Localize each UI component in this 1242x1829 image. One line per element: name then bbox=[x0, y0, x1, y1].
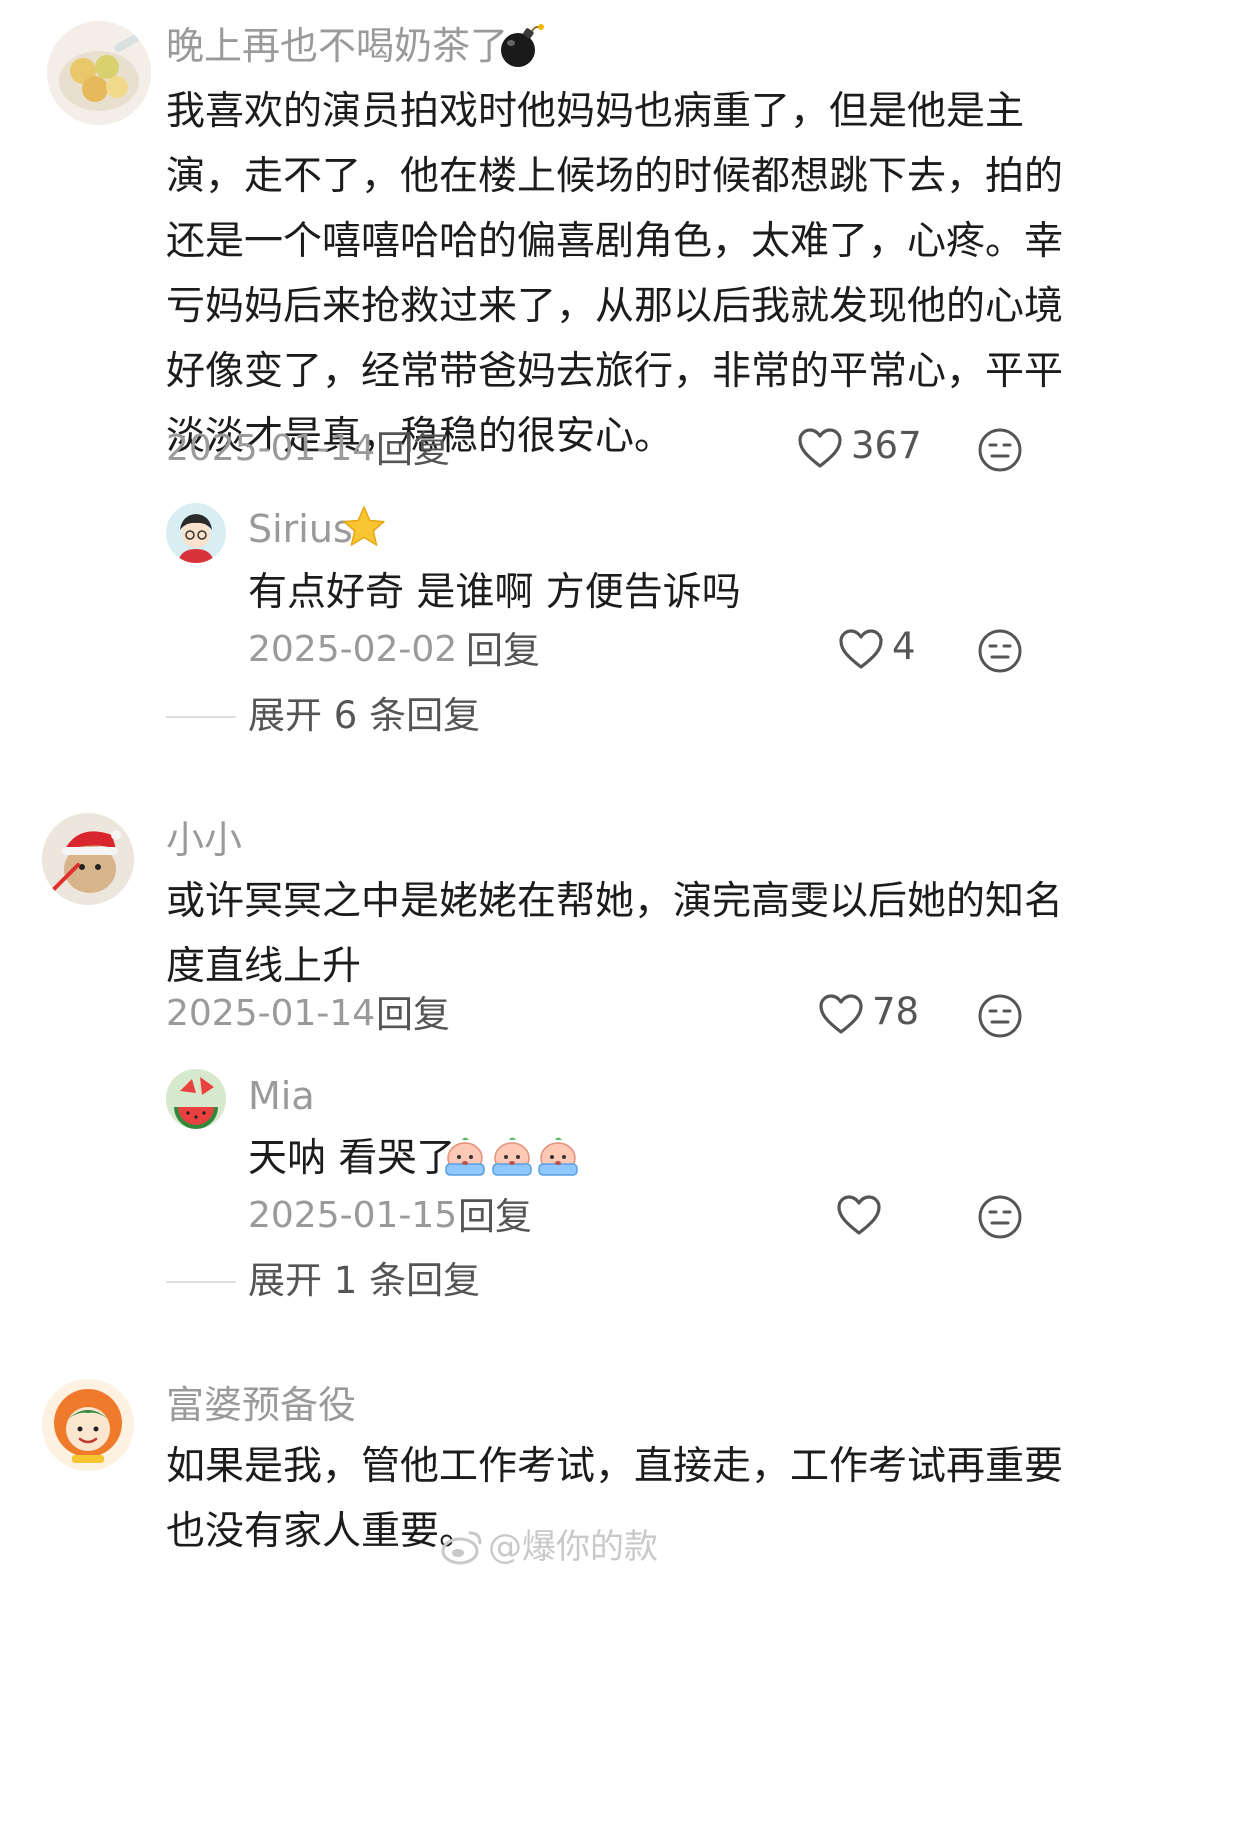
username[interactable]: 小小 bbox=[166, 821, 242, 859]
reply-button[interactable]: 回复 bbox=[466, 632, 540, 669]
like-count: 367 bbox=[851, 424, 922, 467]
username-text: Sirius bbox=[248, 507, 353, 551]
bomb-icon bbox=[501, 24, 544, 67]
divider bbox=[166, 1281, 236, 1283]
avatar-orange-hair-girl-image bbox=[42, 1379, 134, 1471]
dislike-face-icon[interactable] bbox=[977, 993, 1023, 1039]
like-count: 78 bbox=[872, 990, 920, 1033]
reply-text: 天呐 看哭了 bbox=[248, 1136, 456, 1181]
like-heart-icon[interactable] bbox=[818, 993, 864, 1035]
reply-date: 2025-02-02 bbox=[248, 629, 458, 670]
avatar[interactable] bbox=[42, 813, 134, 905]
dislike-face-icon[interactable] bbox=[977, 628, 1023, 674]
expand-replies-button[interactable]: 展开 1 条回复 bbox=[248, 1262, 480, 1299]
avatar-watermelon-image bbox=[166, 1069, 226, 1129]
avatar[interactable] bbox=[47, 21, 151, 125]
dislike-face-icon[interactable] bbox=[977, 1194, 1023, 1240]
reply-button[interactable]: 回复 bbox=[376, 431, 450, 468]
dislike-face-icon[interactable] bbox=[977, 427, 1023, 473]
comment-text: 我喜欢的演员拍戏时他妈妈也病重了，但是他是主 演，走不了，他在楼上候场的时候都想… bbox=[166, 89, 1064, 459]
avatar-hamster-santa-image bbox=[42, 813, 134, 905]
like-heart-icon[interactable] bbox=[836, 1194, 882, 1236]
reply-button[interactable]: 回复 bbox=[376, 996, 450, 1033]
username[interactable]: 晚上再也不喝奶茶了 bbox=[166, 27, 508, 65]
reply-date: 2025-01-15 bbox=[248, 1195, 458, 1236]
username[interactable]: 富婆预备役 bbox=[166, 1386, 356, 1424]
avatar-cartoon-boy-image bbox=[166, 503, 226, 563]
divider bbox=[166, 716, 236, 718]
avatar-tangyuan-image bbox=[47, 21, 151, 125]
username[interactable]: Mia bbox=[248, 1077, 315, 1115]
comment-text: 或许冥冥之中是姥姥在帮她，演完高雯以后她的知名 度直线上升 bbox=[166, 879, 1064, 989]
comment-date: 2025-01-14 bbox=[166, 993, 376, 1034]
star-icon bbox=[343, 506, 385, 546]
like-heart-icon[interactable] bbox=[838, 628, 884, 670]
reply-text: 有点好奇 是谁啊 方便告诉吗 bbox=[248, 570, 741, 615]
expand-replies-button[interactable]: 展开 6 条回复 bbox=[248, 697, 480, 734]
crying-peach-icon bbox=[538, 1137, 578, 1176]
username-text: 晚上再也不喝奶茶了 bbox=[166, 24, 509, 68]
like-heart-icon[interactable] bbox=[797, 427, 843, 469]
watermark: @爆你的款 bbox=[488, 1527, 658, 1567]
avatar[interactable] bbox=[166, 1069, 226, 1129]
reply-button[interactable]: 回复 bbox=[458, 1198, 532, 1235]
crying-peach-icon bbox=[445, 1137, 485, 1176]
comment-date: 2025-01-14 bbox=[166, 428, 376, 469]
avatar[interactable] bbox=[42, 1379, 134, 1471]
crying-peach-icon bbox=[492, 1137, 532, 1176]
avatar[interactable] bbox=[166, 503, 226, 563]
weibo-logo-icon bbox=[441, 1531, 482, 1565]
like-count: 4 bbox=[892, 625, 916, 668]
username[interactable]: Sirius bbox=[248, 510, 353, 548]
